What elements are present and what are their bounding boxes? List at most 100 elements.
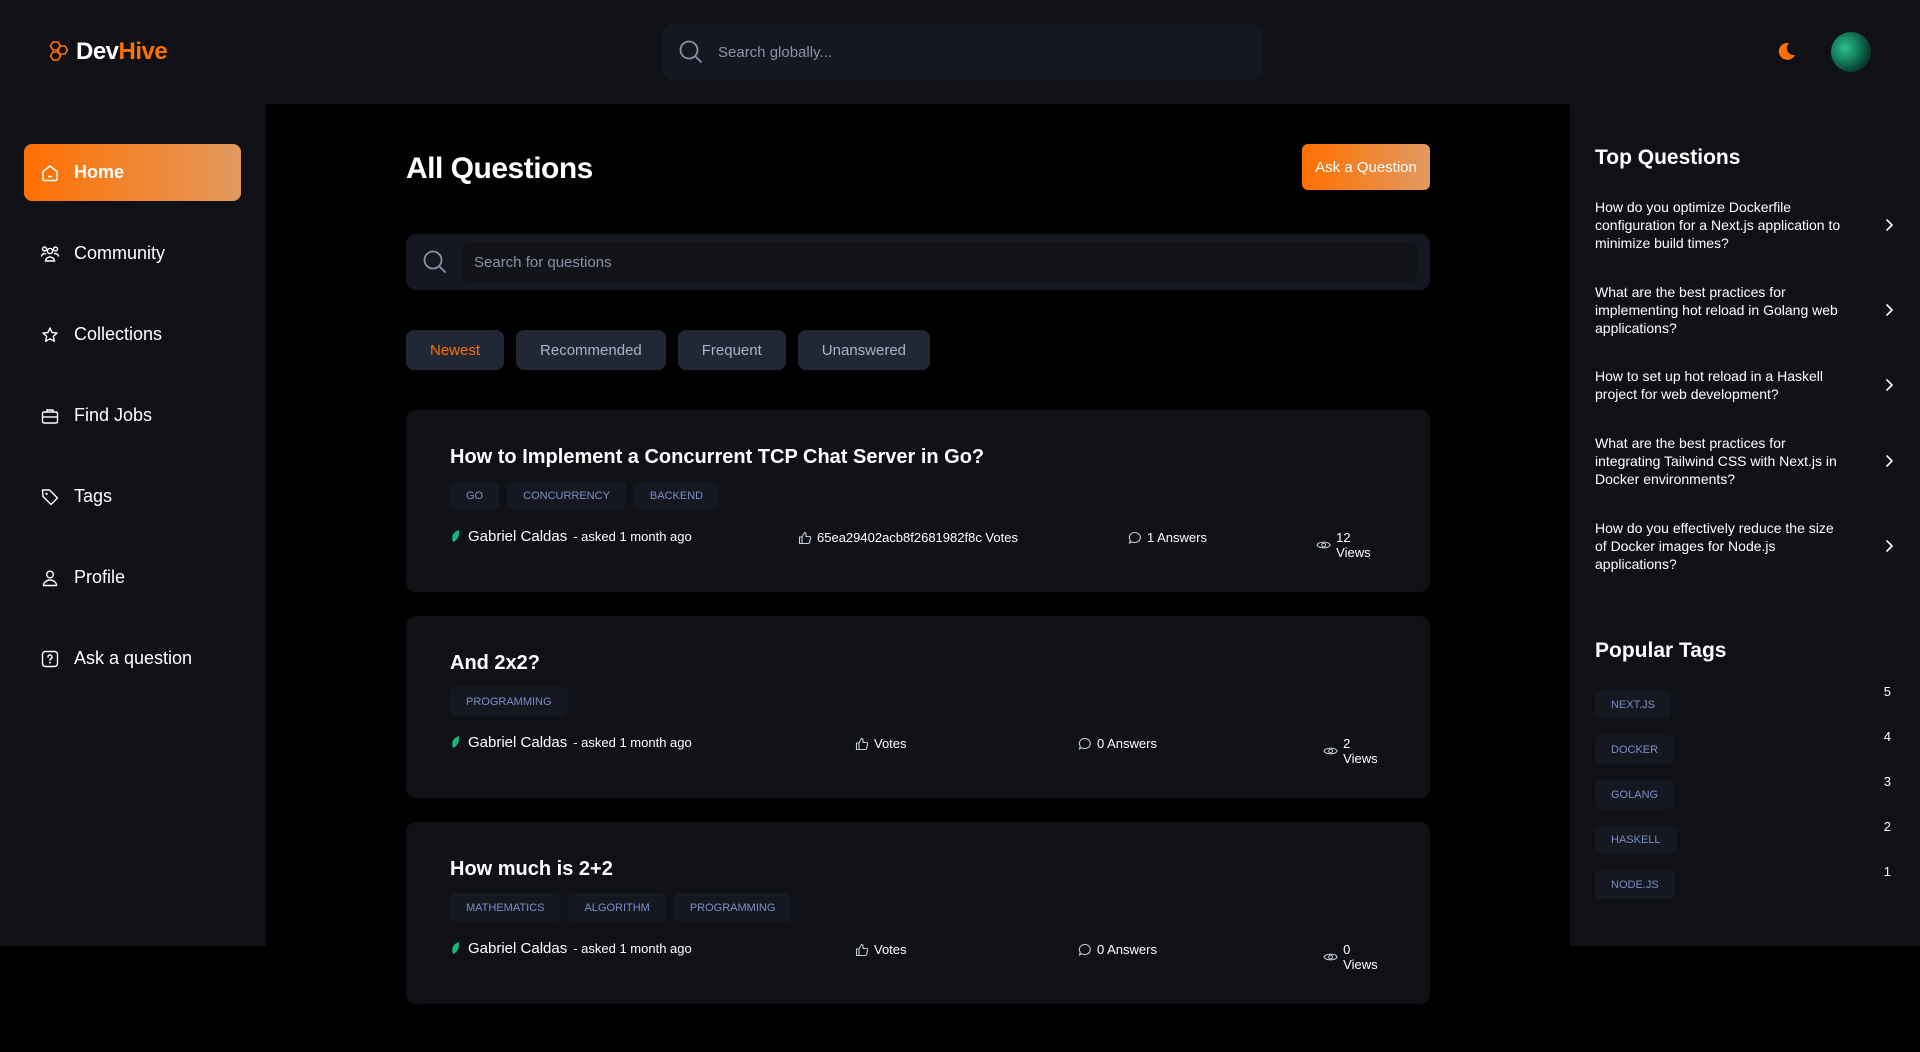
- chevron-right-icon: [1886, 455, 1893, 467]
- tag-badge[interactable]: PROGRAMMING: [673, 893, 792, 922]
- question-author[interactable]: Gabriel Caldas - asked 1 month ago: [450, 528, 692, 545]
- question-title[interactable]: How to Implement a Concurrent TCP Chat S…: [450, 446, 1386, 469]
- tag-badge[interactable]: PROGRAMMING: [450, 687, 568, 716]
- filter-unanswered[interactable]: Unanswered: [797, 330, 931, 370]
- hive-logo-icon: [49, 41, 69, 61]
- question-author[interactable]: Gabriel Caldas - asked 1 month ago: [450, 734, 692, 751]
- tag-badge[interactable]: NEXT.JS: [1595, 690, 1672, 719]
- sidebar-item-label: Ask a question: [74, 648, 193, 668]
- question-card[interactable]: How much is 2+2 MATHEMATICS ALGORITHM PR…: [406, 822, 1430, 1004]
- sidebar-item-label: Community: [74, 243, 166, 263]
- filter-tabs: Newest Recommended Frequent Unanswered: [406, 330, 931, 370]
- tag-badge[interactable]: CONCURRENCY: [507, 481, 626, 510]
- right-sidebar: Top Questions How do you optimize Docker…: [1570, 104, 1920, 946]
- user-icon: [40, 568, 60, 588]
- tag-count: 4: [1883, 729, 1891, 744]
- sidebar-item-home[interactable]: Home: [24, 144, 241, 201]
- sidebar-item-ask-question[interactable]: Ask a question: [24, 630, 241, 687]
- asked-time: - asked 1 month ago: [573, 529, 692, 544]
- sidebar-item-label: Profile: [74, 567, 126, 587]
- question-author[interactable]: Gabriel Caldas - asked 1 month ago: [450, 940, 692, 957]
- answers-count: 0 Answers: [1097, 942, 1157, 957]
- popular-tag-item[interactable]: DOCKER 4: [1595, 729, 1891, 764]
- tag-badge[interactable]: MATHEMATICS: [450, 893, 561, 922]
- home-icon: [40, 163, 60, 183]
- popular-tag-item[interactable]: NODE.JS 1: [1595, 864, 1891, 899]
- filter-frequent[interactable]: Frequent: [677, 330, 786, 370]
- votes-stat: Votes: [855, 736, 907, 751]
- chevron-right-icon: [1886, 540, 1893, 552]
- views-stat: 12 Views: [1316, 530, 1386, 560]
- answers-stat: 1 Answers: [1128, 530, 1207, 545]
- sidebar-item-collections[interactable]: Collections: [24, 306, 241, 363]
- top-question-item[interactable]: How do you effectively reduce the size o…: [1595, 519, 1895, 573]
- top-question-item[interactable]: How do you optimize Dockerfile configura…: [1595, 198, 1895, 252]
- global-search-input[interactable]: Search globally...: [718, 30, 1248, 74]
- sidebar-item-tags[interactable]: Tags: [24, 468, 241, 525]
- sidebar-item-profile[interactable]: Profile: [24, 549, 241, 606]
- sidebar-item-community[interactable]: Community: [24, 225, 241, 282]
- question-search[interactable]: Search for questions: [406, 234, 1430, 290]
- sidebar-item-find-jobs[interactable]: Find Jobs: [24, 387, 241, 444]
- moon-icon: [1778, 42, 1795, 60]
- question-title[interactable]: And 2x2?: [450, 652, 1386, 675]
- tag-badge[interactable]: NODE.JS: [1595, 870, 1675, 899]
- question-card[interactable]: How to Implement a Concurrent TCP Chat S…: [406, 410, 1430, 592]
- author-name: Gabriel Caldas: [468, 734, 568, 751]
- question-meta: Gabriel Caldas - asked 1 month ago Votes…: [450, 940, 1386, 972]
- sidebar-item-label: Home: [74, 162, 125, 182]
- top-questions-title: Top Questions: [1595, 146, 1741, 169]
- tag-badge[interactable]: DOCKER: [1595, 735, 1675, 764]
- tag-badge[interactable]: GOLANG: [1595, 780, 1675, 809]
- votes-count: 65ea29402acb8f2681982f8c Votes: [817, 530, 1018, 545]
- top-question-text: What are the best practices for integrat…: [1595, 435, 1837, 487]
- filter-recommended[interactable]: Recommended: [516, 330, 666, 370]
- popular-tag-item[interactable]: HASKELL 2: [1595, 819, 1891, 854]
- votes-stat: 65ea29402acb8f2681982f8c Votes: [798, 530, 1018, 545]
- author-name: Gabriel Caldas: [468, 528, 568, 545]
- theme-toggle[interactable]: [1775, 40, 1797, 62]
- star-icon: [40, 325, 60, 345]
- question-tags: GO CONCURRENCY BACKEND: [450, 481, 1386, 510]
- thumbs-up-icon: [855, 737, 869, 750]
- asked-time: - asked 1 month ago: [573, 735, 692, 750]
- logo[interactable]: DevHive: [46, 38, 168, 66]
- main-content: All Questions Ask a Question Search for …: [266, 104, 1570, 1052]
- votes-stat: Votes: [855, 942, 907, 957]
- search-icon: [423, 250, 446, 273]
- filter-newest[interactable]: Newest: [406, 330, 505, 370]
- eye-icon: [1323, 953, 1338, 961]
- popular-tag-item[interactable]: GOLANG 3: [1595, 774, 1891, 809]
- sidebar-item-label: Collections: [74, 324, 163, 344]
- views-stat: 2 Views: [1323, 736, 1386, 766]
- eye-icon: [1323, 747, 1338, 755]
- question-search-input[interactable]: Search for questions: [462, 242, 1417, 282]
- answers-count: 1 Answers: [1147, 530, 1207, 545]
- question-title[interactable]: How much is 2+2: [450, 858, 1386, 881]
- thumbs-up-icon: [798, 531, 812, 544]
- asked-time: - asked 1 month ago: [573, 941, 692, 956]
- ask-question-button[interactable]: Ask a Question: [1302, 144, 1430, 190]
- logo-text: DevHive: [76, 38, 168, 65]
- eye-icon: [1316, 541, 1331, 549]
- tag-count: 3: [1883, 774, 1891, 789]
- answers-stat: 0 Answers: [1078, 942, 1157, 957]
- question-card[interactable]: And 2x2? PROGRAMMING Gabriel Caldas - as…: [406, 616, 1430, 798]
- author-avatar-icon: [452, 942, 460, 954]
- tag-badge[interactable]: ALGORITHM: [568, 893, 666, 922]
- tag-badge[interactable]: GO: [450, 481, 500, 510]
- popular-tag-item[interactable]: NEXT.JS 5: [1595, 684, 1891, 719]
- global-search[interactable]: Search globally...: [662, 24, 1263, 80]
- views-count: 2 Views: [1343, 736, 1378, 766]
- top-question-text: How do you optimize Dockerfile configura…: [1595, 199, 1841, 251]
- tag-badge[interactable]: HASKELL: [1595, 825, 1677, 854]
- question-meta: Gabriel Caldas - asked 1 month ago Votes…: [450, 734, 1386, 766]
- top-question-item[interactable]: What are the best practices for integrat…: [1595, 434, 1895, 488]
- top-question-text: How to set up hot reload in a Haskell pr…: [1595, 368, 1824, 402]
- tag-badge[interactable]: BACKEND: [633, 481, 720, 510]
- user-avatar[interactable]: [1831, 32, 1871, 72]
- top-question-item[interactable]: What are the best practices for implemen…: [1595, 283, 1895, 337]
- sidebar-item-label: Find Jobs: [74, 405, 153, 425]
- top-question-text: What are the best practices for implemen…: [1595, 284, 1838, 336]
- top-question-item[interactable]: How to set up hot reload in a Haskell pr…: [1595, 367, 1895, 403]
